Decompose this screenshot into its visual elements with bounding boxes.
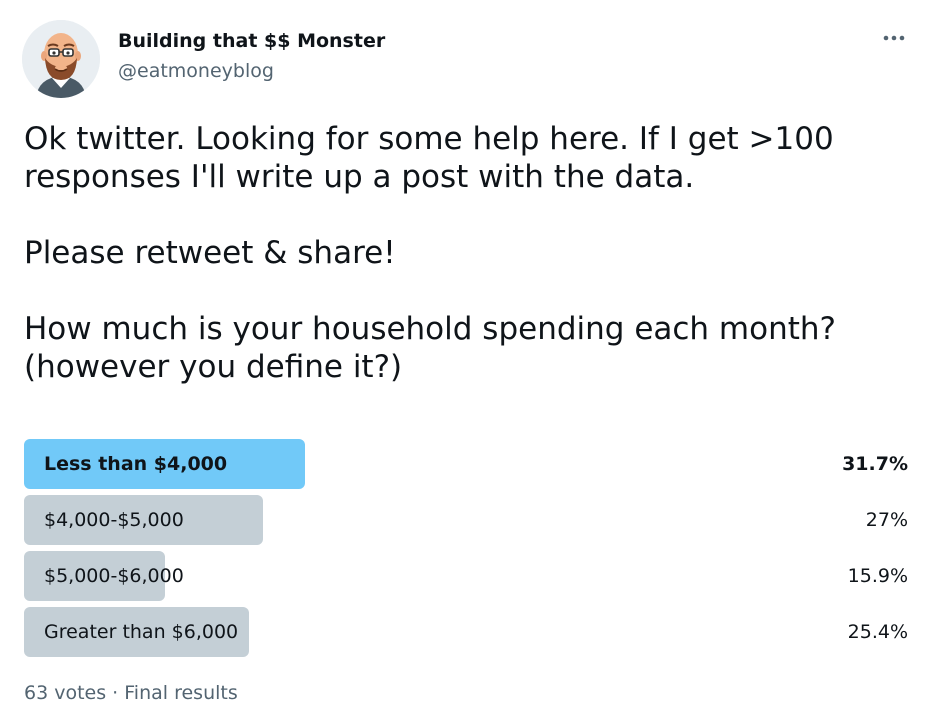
more-horizontal-icon <box>883 35 905 41</box>
tweet-paragraph-question: How much is your household spending each… <box>24 310 904 386</box>
poll-option-label: $4,000-$5,000 <box>44 509 184 531</box>
poll-meta: 63 votes · Final results <box>24 680 238 706</box>
poll-option: $5,000-$6,000 15.9% <box>24 551 910 601</box>
author-handle[interactable]: @eatmoneyblog <box>118 59 274 83</box>
poll-option-percent: 15.9% <box>847 565 908 587</box>
poll-option-percent: 31.7% <box>842 453 908 475</box>
poll-option: Greater than $6,000 25.4% <box>24 607 910 657</box>
poll-status: Final results <box>124 682 238 704</box>
tweet-text-line: Ok twitter. Looking for some help here. … <box>24 121 834 157</box>
more-options-button[interactable] <box>878 26 910 50</box>
poll: Less than $4,000 31.7% $4,000-$5,000 27%… <box>24 439 910 663</box>
author-avatar[interactable] <box>22 20 100 98</box>
author-name[interactable]: Building that $$ Monster <box>118 29 385 53</box>
tweet-text-line: How much is your household spending each… <box>24 311 836 347</box>
tweet-text: Ok twitter. Looking for some help here. … <box>24 120 904 386</box>
poll-option-percent: 25.4% <box>847 621 908 643</box>
tweet-text-line: (however you define it?) <box>24 349 403 385</box>
poll-meta-separator: · <box>112 682 119 704</box>
tweet-paragraph-share: Please retweet & share! <box>24 235 396 271</box>
poll-option-label: $5,000-$6,000 <box>44 565 184 587</box>
poll-option: $4,000-$5,000 27% <box>24 495 910 545</box>
tweet-paragraph-intro: Ok twitter. Looking for some help here. … <box>24 120 904 196</box>
poll-option-label: Less than $4,000 <box>44 453 228 475</box>
poll-option-percent: 27% <box>865 509 908 531</box>
tweet: Building that $$ Monster @eatmoneyblog O… <box>0 0 929 719</box>
poll-option-label: Greater than $6,000 <box>44 621 239 643</box>
tweet-text-line: responses I'll write up a post with the … <box>24 159 695 195</box>
poll-vote-count: 63 votes <box>24 682 107 704</box>
bearded-man-avatar-icon <box>22 20 100 98</box>
poll-option: Less than $4,000 31.7% <box>24 439 910 489</box>
